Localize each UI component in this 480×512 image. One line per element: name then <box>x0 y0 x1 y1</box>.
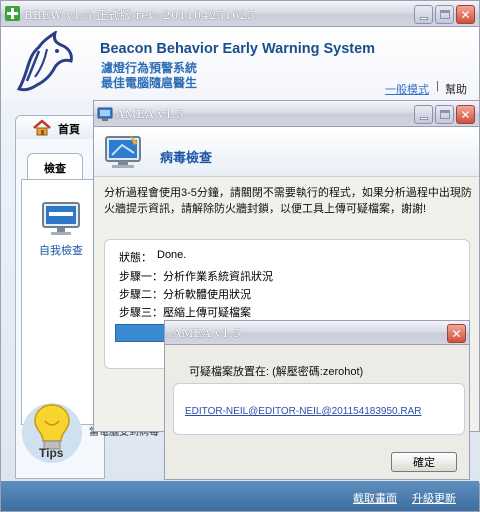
dialog-message: 可疑檔案放置在: (解壓密碼:zerohot) <box>189 366 364 378</box>
slogan-line2: 最佳電腦隨扈醫生 <box>101 76 198 90</box>
tab-home[interactable]: 首頁 <box>15 115 101 139</box>
main-titlebar[interactable]: BBEW v1.5 正式版 rev: 201104251625 ✕ <box>1 1 479 27</box>
status-value: Done. <box>157 249 187 261</box>
amea-app-icon <box>97 107 113 121</box>
main-footer: 截取畫面 升級更新 <box>1 481 479 511</box>
mode-link[interactable]: 一般模式 <box>385 81 429 97</box>
monitor-icon[interactable] <box>41 201 81 237</box>
maximize-icon[interactable] <box>435 5 454 24</box>
help-link[interactable]: 幫助 <box>445 81 467 97</box>
main-header: Beacon Behavior Early Warning System 濾燈行… <box>1 27 479 101</box>
ok-button[interactable]: 確定 <box>391 452 457 472</box>
main-title: BBEW v1.5 正式版 rev: 201104251625 <box>24 8 255 22</box>
close-icon[interactable]: ✕ <box>456 105 475 124</box>
app-name: Beacon Behavior Early Warning System <box>100 41 376 57</box>
home-icon <box>33 120 51 136</box>
footer-link-update[interactable]: 升級更新 <box>412 490 456 506</box>
footer-link-screenshot[interactable]: 截取畫面 <box>353 490 397 506</box>
maximize-icon[interactable] <box>435 105 454 124</box>
amea-titlebar[interactable]: AMEA v1.5 ✕ <box>94 101 479 127</box>
minimize-icon[interactable] <box>414 105 433 124</box>
close-icon[interactable]: ✕ <box>456 5 475 24</box>
app-cross-icon <box>5 6 20 21</box>
file-path-link[interactable]: EDITOR-NEIL@EDITOR-NEIL@201154183950.RAR <box>185 406 422 417</box>
result-dialog: AMEA v1.5 ✕ 可疑檔案放置在: (解壓密碼:zerohot) EDIT… <box>164 320 470 480</box>
step-3: 步驟三：壓縮上傳可疑檔案 <box>119 307 251 319</box>
dialog-titlebar[interactable]: AMEA v1.5 ✕ <box>165 321 469 345</box>
minimize-icon[interactable] <box>414 5 433 24</box>
amea-description: 分析過程會使用3-5分鐘，請關閉不需要執行的程式，如果分析過程中出現防火牆提示資… <box>104 187 472 215</box>
scan-monitor-icon <box>105 135 141 168</box>
tips-label: Tips <box>39 446 64 460</box>
dialog-title: AMEA v1.5 <box>173 326 241 340</box>
status-label: 狀態： <box>119 252 152 264</box>
close-icon[interactable]: ✕ <box>447 324 466 343</box>
amea-heading: 病毒檢查 <box>160 150 213 165</box>
tab-check-label: 檢查 <box>44 163 66 175</box>
step-1: 步驟一：分析作業系統資訊狀況 <box>119 271 273 283</box>
amea-header: 病毒檢查 <box>94 127 479 177</box>
amea-title: AMEA v1.5 <box>116 107 184 121</box>
wolf-logo-icon <box>16 31 73 92</box>
step-2: 步驟二：分析軟體使用狀況 <box>119 289 251 301</box>
self-check-label[interactable]: 自我檢查 <box>39 242 83 258</box>
link-separator: | <box>436 80 439 92</box>
tab-home-label: 首頁 <box>58 124 80 136</box>
tab-check[interactable]: 檢查 <box>27 153 83 179</box>
